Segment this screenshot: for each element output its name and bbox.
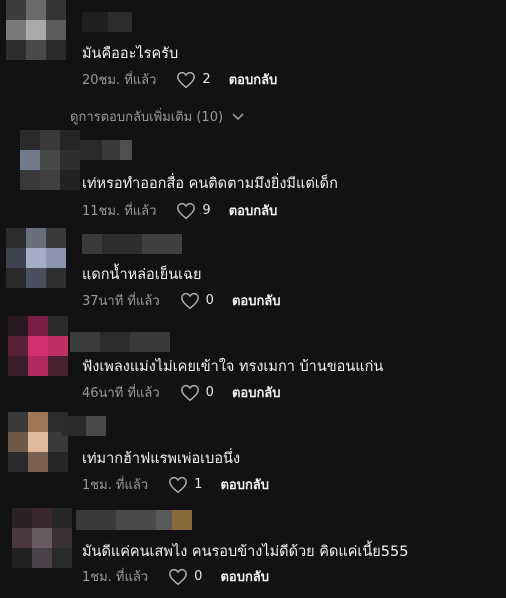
avatar[interactable] — [12, 508, 72, 568]
comment-text: เท่หรอทำออกสื่อ คนติดตามมึงยิ่งมีแต่เด็ก — [82, 176, 338, 192]
view-more-replies[interactable]: ดูการตอบกลับเพิ่มเติม (10) — [70, 106, 245, 127]
comment-meta: 37นาที ที่แล้ว 0 ตอบกลับ — [82, 290, 281, 311]
reply-button[interactable]: ตอบกลับ — [232, 382, 281, 403]
comment-meta: 1ชม. ที่แล้ว 1 ตอบกลับ — [82, 474, 269, 495]
like-button[interactable]: 9 — [176, 202, 228, 220]
comment-time: 37นาที ที่แล้ว — [82, 294, 160, 309]
comment-text: เท่มากฮ้าฟแรพเพ่อเบอนึ่ง — [82, 451, 241, 467]
heart-outline-icon — [169, 568, 188, 585]
heart-outline-icon — [177, 202, 196, 219]
comment-meta: 46นาที ที่แล้ว 0 ตอบกลับ — [82, 382, 281, 403]
comment-text: ฟังเพลงแม่งไม่เคยเข้าใจ ทรงเมกา บ้านขอนแ… — [82, 359, 384, 375]
username-blurred[interactable] — [70, 332, 170, 352]
heart-outline-icon — [177, 71, 196, 88]
like-count: 0 — [205, 293, 214, 308]
comment-time: 20ชม. ที่แล้ว — [82, 73, 157, 88]
like-count: 1 — [194, 477, 203, 492]
reply-item: เท่หรอทำออกสื่อ คนติดตามมึงยิ่งมีแต่เด็ก… — [0, 130, 506, 222]
comment-time: 46นาที ที่แล้ว — [82, 386, 160, 401]
comment-text: มันดีแค่คนเสพไง คนรอบข้างไม่ดีด้วย คิดแค… — [82, 544, 409, 560]
like-count: 2 — [202, 72, 211, 87]
reply-button[interactable]: ตอบกลับ — [229, 69, 278, 90]
reply-button[interactable]: ตอบกลับ — [229, 200, 278, 221]
comment-time: 1ชม. ที่แล้ว — [82, 570, 149, 585]
avatar[interactable] — [6, 228, 66, 288]
like-button[interactable]: 1 — [168, 476, 220, 494]
comment-time: 11ชม. ที่แล้ว — [82, 204, 157, 219]
like-count: 0 — [194, 569, 203, 584]
reply-button[interactable]: ตอบกลับ — [220, 474, 269, 495]
heart-outline-icon — [180, 292, 199, 309]
heart-outline-icon — [169, 476, 188, 493]
avatar[interactable] — [20, 130, 80, 190]
comment-text: แดกน้ำหล่อเย็นเฉย — [82, 267, 202, 283]
reply-item: มันดีแค่คนเสพไง คนรอบข้างไม่ดีด้วย คิดแค… — [0, 504, 506, 598]
reply-button[interactable]: ตอบกลับ — [220, 566, 269, 587]
username-blurred[interactable] — [62, 416, 106, 436]
username-blurred[interactable] — [80, 140, 132, 160]
comment-meta: 1ชม. ที่แล้ว 0 ตอบกลับ — [82, 566, 269, 587]
like-count: 0 — [205, 385, 214, 400]
like-button[interactable]: 0 — [180, 292, 232, 310]
chevron-down-icon — [232, 112, 244, 120]
username-blurred[interactable] — [82, 234, 182, 254]
avatar[interactable] — [8, 412, 68, 472]
avatar[interactable] — [6, 0, 66, 60]
like-button[interactable]: 0 — [168, 568, 220, 586]
like-count: 9 — [202, 203, 211, 218]
reply-item: ฟังเพลงแม่งไม่เคยเข้าใจ ทรงเมกา บ้านขอนแ… — [0, 316, 506, 404]
heart-outline-icon — [180, 384, 199, 401]
username-blurred[interactable] — [76, 510, 192, 530]
like-button[interactable]: 0 — [180, 384, 232, 402]
comment-meta: 11ชม. ที่แล้ว 9 ตอบกลับ — [82, 200, 277, 221]
view-more-label: ดูการตอบกลับเพิ่มเติม (10) — [70, 110, 224, 125]
comment-meta: 20ชม. ที่แล้ว 2 ตอบกลับ — [82, 69, 277, 90]
avatar[interactable] — [8, 316, 68, 376]
comment-item: มันคืออะไรครับ 20ชม. ที่แล้ว 2 ตอบกลับ — [0, 0, 506, 100]
username-blurred[interactable] — [82, 12, 132, 32]
reply-button[interactable]: ตอบกลับ — [232, 290, 281, 311]
comment-time: 1ชม. ที่แล้ว — [82, 478, 149, 493]
like-button[interactable]: 2 — [176, 71, 228, 89]
comment-text: มันคืออะไรครับ — [82, 46, 179, 62]
reply-item: เท่มากฮ้าฟแรพเพ่อเบอนึ่ง 1ชม. ที่แล้ว 1 … — [0, 410, 506, 498]
reply-item: แดกน้ำหล่อเย็นเฉย 37นาที ที่แล้ว 0 ตอบกล… — [0, 226, 506, 312]
